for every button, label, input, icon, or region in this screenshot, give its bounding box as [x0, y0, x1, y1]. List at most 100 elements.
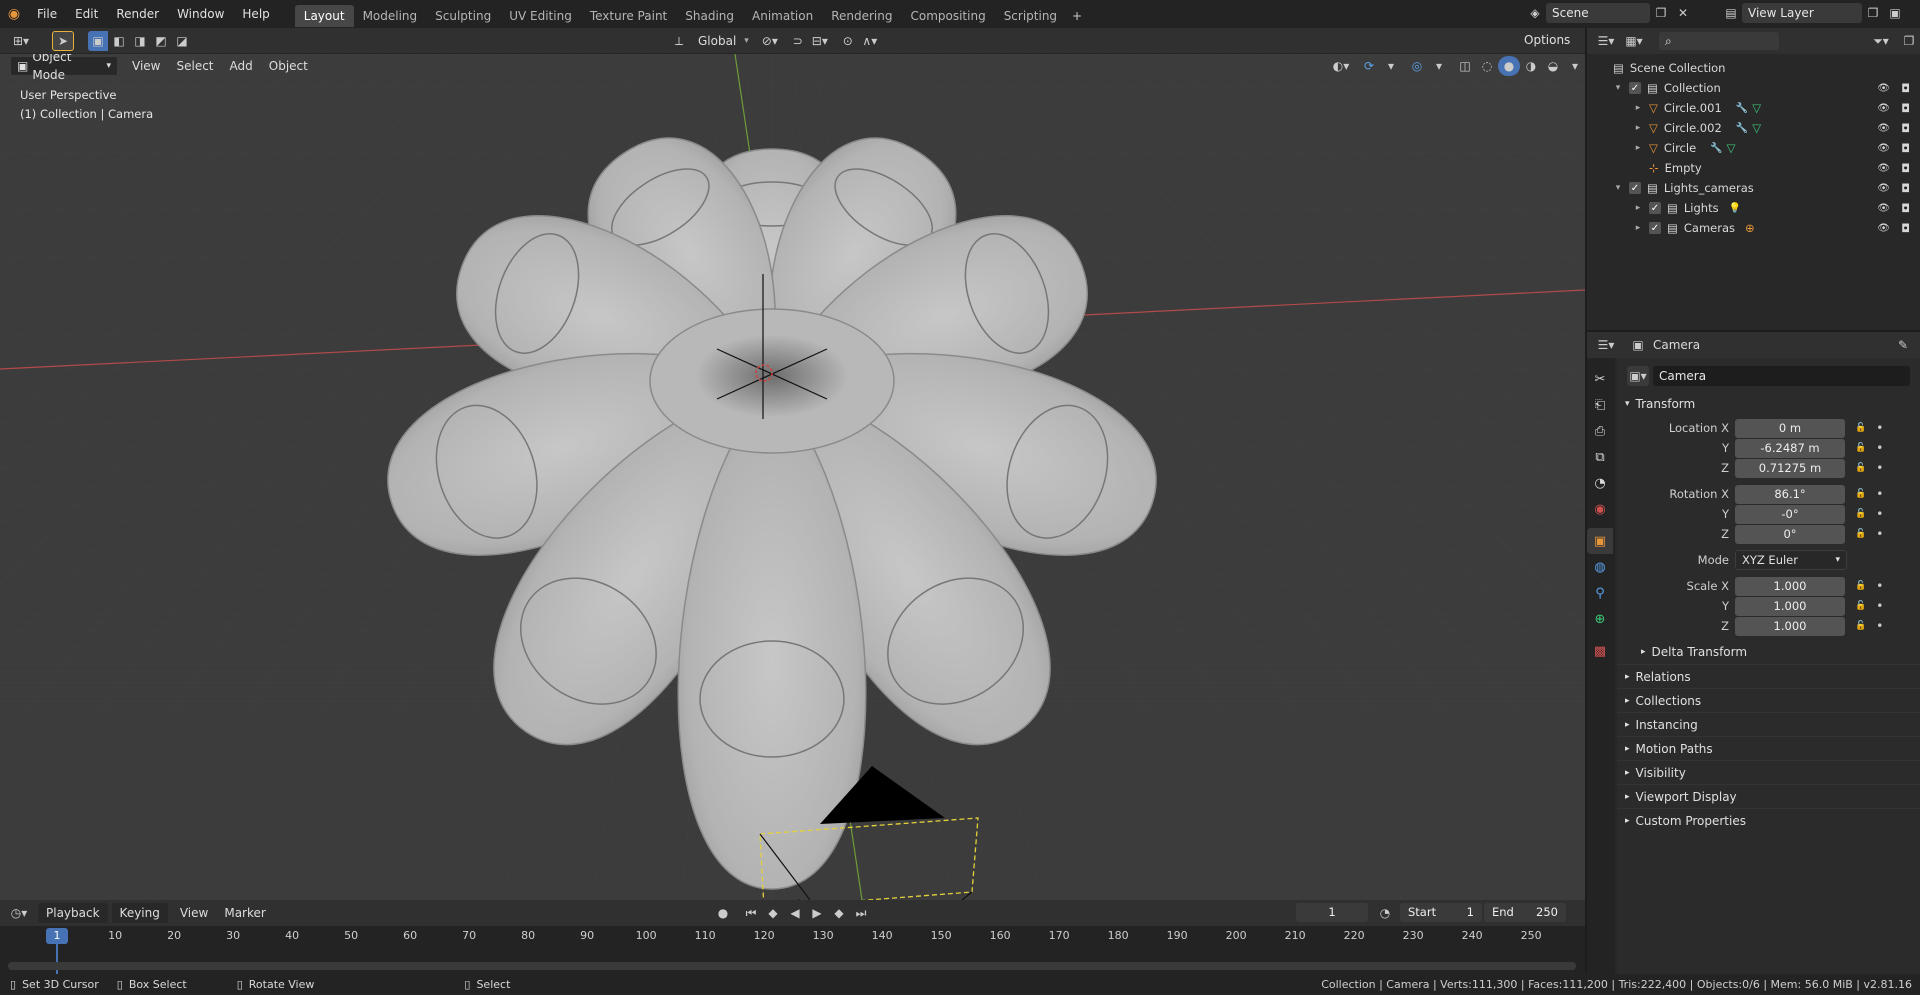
- panel-custom-properties[interactable]: ▸ Custom Properties: [1617, 808, 1920, 832]
- workspace-tab-animation[interactable]: Animation: [743, 5, 822, 27]
- new-view-layer-icon[interactable]: ❐: [1862, 3, 1884, 23]
- delete-view-layer-icon[interactable]: ▣: [1884, 3, 1906, 23]
- rotation-z-field[interactable]: 0°: [1735, 524, 1845, 544]
- select-intersect-icon[interactable]: ◪: [172, 31, 192, 51]
- delta-transform-header[interactable]: ▸ Delta Transform: [1617, 640, 1920, 664]
- mode-dropdown[interactable]: ▣ Object Mode ▾: [10, 54, 118, 82]
- select-subtract-icon[interactable]: ◨: [130, 31, 150, 51]
- chevron-right-icon[interactable]: ▸: [1633, 123, 1643, 133]
- next-keyframe-icon[interactable]: ◆: [828, 903, 850, 923]
- scale-x-field[interactable]: 1.000: [1735, 576, 1845, 596]
- shading-dropdown-icon[interactable]: ▾: [1564, 56, 1585, 76]
- light-icon[interactable]: 💡: [1729, 203, 1741, 214]
- scene-tab-icon[interactable]: ◔: [1587, 470, 1613, 496]
- lock-icon[interactable]: 🔓: [1855, 443, 1866, 453]
- transform-orientation-icon[interactable]: ⟂: [668, 31, 690, 51]
- gizmo-dropdown-icon[interactable]: ▾: [1380, 56, 1402, 76]
- xray-icon[interactable]: ◫: [1454, 56, 1476, 76]
- workspace-tab-rendering[interactable]: Rendering: [822, 5, 901, 27]
- visibility-icon[interactable]: ◐▾: [1330, 56, 1352, 76]
- overlay-icon[interactable]: ◎: [1406, 56, 1428, 76]
- outliner-item-lights[interactable]: ▸ ✓ ▤ Lights 💡 👁 ◘: [1587, 198, 1920, 218]
- render-toggle-icon[interactable]: ◘: [1901, 82, 1910, 95]
- workspace-tab-shading[interactable]: Shading: [676, 5, 743, 27]
- tool-tab-icon[interactable]: ✂: [1587, 366, 1613, 392]
- panel-visibility[interactable]: ▸ Visibility: [1617, 760, 1920, 784]
- output-tab-icon[interactable]: ⎙: [1587, 418, 1613, 444]
- view-layer-icon[interactable]: ▤: [1720, 3, 1742, 23]
- 3d-viewport[interactable]: ▣ Object Mode ▾ View Select Add Object ◐▾ ⟳…: [0, 54, 1585, 900]
- flower-mesh[interactable]: [364, 110, 1179, 890]
- proportional-edit-icon[interactable]: ⊙: [837, 31, 859, 51]
- options-dropdown[interactable]: Options: [1518, 31, 1578, 51]
- mesh-data-icon[interactable]: ▽: [1727, 141, 1736, 155]
- chevron-right-icon[interactable]: ▸: [1633, 103, 1643, 113]
- chevron-right-icon[interactable]: ▸: [1633, 203, 1643, 213]
- current-frame-field[interactable]: 1: [1296, 903, 1368, 922]
- timeline-scrollbar[interactable]: [8, 962, 1576, 970]
- timeline-menu-keying[interactable]: Keying: [111, 903, 168, 923]
- render-tab-icon[interactable]: ⎗: [1587, 392, 1613, 418]
- world-tab-icon[interactable]: ◉: [1587, 496, 1613, 522]
- start-frame-field[interactable]: Start 1: [1400, 903, 1482, 922]
- menu-edit[interactable]: Edit: [66, 0, 107, 28]
- panel-collections[interactable]: ▸ Collections: [1617, 688, 1920, 712]
- viewport-menu-object[interactable]: Object: [261, 56, 316, 76]
- properties-editor-icon[interactable]: ☰▾: [1595, 335, 1617, 355]
- render-toggle-icon[interactable]: ◘: [1901, 182, 1910, 195]
- keyframe-dot-icon[interactable]: •: [1876, 421, 1883, 435]
- pin-icon[interactable]: ✎: [1892, 335, 1914, 355]
- eye-icon[interactable]: 👁: [1877, 83, 1890, 94]
- texture-tab-icon[interactable]: ▩: [1587, 638, 1613, 664]
- keyframe-dot-icon[interactable]: •: [1876, 507, 1883, 521]
- chevron-down-icon[interactable]: ▾: [1613, 183, 1623, 193]
- blender-logo-icon[interactable]: ◉: [0, 4, 28, 24]
- play-icon[interactable]: ▶: [806, 903, 828, 923]
- timeline-menu-view[interactable]: View: [172, 903, 216, 923]
- timeline-menu-marker[interactable]: Marker: [216, 903, 273, 923]
- keyframe-dot-icon[interactable]: •: [1876, 527, 1883, 541]
- playhead[interactable]: 1: [46, 928, 68, 944]
- viewport-menu-view[interactable]: View: [124, 56, 168, 76]
- rendered-shading-icon[interactable]: ◒: [1542, 56, 1564, 76]
- falloff-icon[interactable]: ∧▾: [859, 31, 881, 51]
- display-mode-icon[interactable]: ▦▾: [1623, 31, 1645, 51]
- overlay-dropdown-icon[interactable]: ▾: [1428, 56, 1450, 76]
- location-z-field[interactable]: 0.71275 m: [1735, 458, 1845, 478]
- keyframe-dot-icon[interactable]: •: [1876, 579, 1883, 593]
- chevron-down-icon[interactable]: ▾: [1613, 83, 1623, 93]
- location-x-field[interactable]: 0 m: [1735, 418, 1845, 438]
- render-toggle-icon[interactable]: ◘: [1901, 202, 1910, 215]
- eye-icon[interactable]: 👁: [1877, 203, 1890, 214]
- modifier-icon[interactable]: 🔧: [1736, 123, 1748, 134]
- lock-icon[interactable]: 🔓: [1855, 423, 1866, 433]
- render-toggle-icon[interactable]: ◘: [1901, 122, 1910, 135]
- keyframe-dot-icon[interactable]: •: [1876, 599, 1883, 613]
- delete-scene-icon[interactable]: ✕: [1672, 3, 1694, 23]
- menu-render[interactable]: Render: [107, 0, 168, 28]
- snap-target-icon[interactable]: ⊟▾: [809, 31, 831, 51]
- view-layer-name-field[interactable]: View Layer: [1742, 3, 1862, 23]
- scale-y-field[interactable]: 1.000: [1735, 596, 1845, 616]
- chevron-right-icon[interactable]: ▸: [1633, 143, 1643, 153]
- select-extend-icon[interactable]: ◧: [109, 31, 129, 51]
- exclude-checkbox[interactable]: ✓: [1649, 202, 1661, 214]
- select-tool-icon[interactable]: ➤: [52, 30, 74, 51]
- camera-icon[interactable]: ⊕: [1745, 221, 1755, 235]
- filter-icon[interactable]: ⏷▾: [1870, 31, 1892, 51]
- workspace-tab-modeling[interactable]: Modeling: [354, 5, 427, 27]
- material-shading-icon[interactable]: ◑: [1520, 56, 1542, 76]
- pivot-point-icon[interactable]: ⊘▾: [759, 31, 781, 51]
- jump-end-icon[interactable]: ⏭: [850, 903, 872, 923]
- menu-window[interactable]: Window: [168, 0, 233, 28]
- panel-relations[interactable]: ▸ Relations: [1617, 664, 1920, 688]
- eye-icon[interactable]: 👁: [1877, 223, 1890, 234]
- eye-icon[interactable]: 👁: [1877, 103, 1890, 114]
- exclude-checkbox[interactable]: ✓: [1629, 182, 1641, 194]
- lock-icon[interactable]: 🔓: [1855, 621, 1866, 631]
- location-y-field[interactable]: -6.2487 m: [1735, 438, 1845, 458]
- panel-instancing[interactable]: ▸ Instancing: [1617, 712, 1920, 736]
- keyframe-dot-icon[interactable]: •: [1876, 619, 1883, 633]
- outliner-editor-icon[interactable]: ☰▾: [1595, 31, 1617, 51]
- timeline-track[interactable]: 10 20 30 40 50 60 70 80 90 100 110 120 130 140 150 160 1…: [0, 926, 1585, 974]
